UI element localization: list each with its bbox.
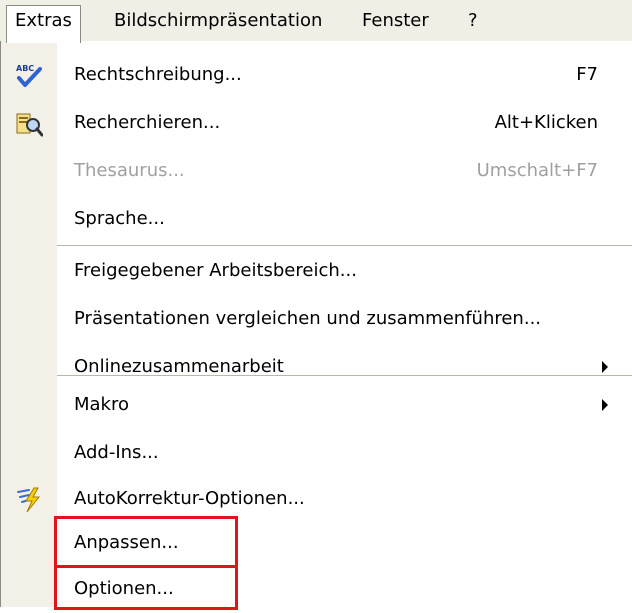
menu-help[interactable]: ? <box>460 5 486 37</box>
menu-item-label: Rechtschreibung... <box>74 64 242 85</box>
menu-item-makro[interactable]: Makro <box>1 381 632 429</box>
spelling-check-icon: ABC <box>15 62 43 90</box>
menu-fenster[interactable]: Fenster <box>354 5 437 37</box>
research-icon <box>15 110 44 138</box>
menu-item-shortcut: Umschalt+F7 <box>476 160 598 181</box>
menu-bildschirmpraesentation[interactable]: Bildschirmpräsentation <box>106 5 330 37</box>
menu-item-freigegebener-arbeitsbereich[interactable]: Freigegebener Arbeitsbereich... <box>1 247 632 295</box>
highlight-box-anpassen <box>54 516 238 568</box>
menu-bar: Extras Bildschirmpräsentation Fenster ? <box>0 0 632 43</box>
menu-item-label: Sprache... <box>74 208 165 229</box>
menu-item-label: Präsentationen vergleichen und zusammenf… <box>74 308 542 329</box>
submenu-arrow-icon <box>602 399 608 411</box>
menu-item-sprache[interactable]: Sprache... <box>1 195 632 243</box>
menu-item-praesentationen-vergleichen[interactable]: Präsentationen vergleichen und zusammenf… <box>1 295 632 343</box>
menu-item-shortcut: Alt+Klicken <box>494 112 598 133</box>
menu-item-thesaurus: Thesaurus... Umschalt+F7 <box>1 147 632 195</box>
svg-text:ABC: ABC <box>16 64 34 73</box>
autocorrect-lightning-icon <box>15 486 43 514</box>
menu-item-shortcut: F7 <box>576 64 598 85</box>
menu-item-recherchieren[interactable]: Recherchieren... Alt+Klicken <box>1 99 632 147</box>
menu-item-label: Makro <box>74 394 130 415</box>
menu-item-add-ins[interactable]: Add-Ins... <box>1 429 632 477</box>
menu-separator <box>57 245 632 246</box>
menu-separator <box>57 375 632 376</box>
submenu-arrow-icon <box>602 361 608 373</box>
highlight-box-optionen <box>54 565 238 610</box>
menu-item-label: Recherchieren... <box>74 112 221 133</box>
menu-item-label: Freigegebener Arbeitsbereich... <box>74 260 357 281</box>
menu-item-rechtschreibung[interactable]: ABC Rechtschreibung... F7 <box>1 51 632 99</box>
menu-item-label: Thesaurus... <box>74 160 185 181</box>
menu-item-label: Add-Ins... <box>74 442 159 463</box>
menu-extras[interactable]: Extras <box>6 5 81 43</box>
